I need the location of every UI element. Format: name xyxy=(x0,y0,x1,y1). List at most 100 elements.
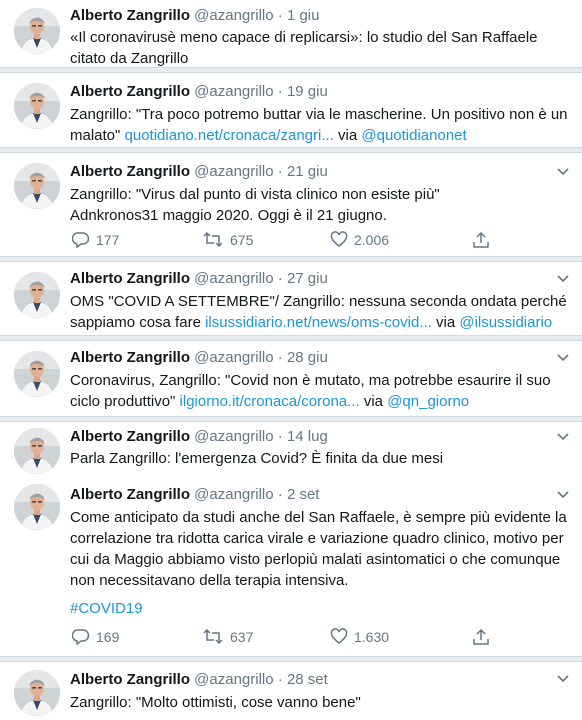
avatar[interactable] xyxy=(14,83,60,129)
avatar[interactable] xyxy=(14,484,60,530)
chevron-down-icon[interactable] xyxy=(556,674,570,684)
tweet-link[interactable]: ilgiorno.it/cronaca/corona... xyxy=(180,393,360,410)
profile-photo xyxy=(14,351,60,397)
share-button[interactable] xyxy=(472,628,490,646)
tweet-date[interactable]: 28 set xyxy=(287,671,328,688)
profile-photo xyxy=(14,484,60,530)
author-handle[interactable]: @azangrillo xyxy=(194,486,273,503)
separator-dot: · xyxy=(277,270,283,287)
author-handle[interactable]: @azangrillo xyxy=(194,163,273,180)
tweet[interactable]: Alberto Zangrillo @azangrillo · 14 lug P… xyxy=(0,422,582,476)
avatar[interactable] xyxy=(14,163,60,209)
tweet-date[interactable]: 2 set xyxy=(287,486,320,503)
author-handle[interactable]: @azangrillo xyxy=(194,83,273,100)
author-handle[interactable]: @azangrillo xyxy=(194,270,273,287)
author-name[interactable]: Alberto Zangrillo xyxy=(70,428,190,445)
tweet[interactable]: Alberto Zangrillo @azangrillo · 1 giu «I… xyxy=(0,0,582,67)
tweet-text: OMS "COVID A SETTEMBRE"/ Zangrillo: ness… xyxy=(70,291,572,333)
tweet-text: Zangrillo: "Tra poco potremo buttar via … xyxy=(70,104,572,146)
retweet-icon xyxy=(203,231,223,248)
tweet-text-body: sappiamo cosa fare xyxy=(70,314,201,331)
tweet-text-line: ciclo produttivo" ilgiorno.it/cronaca/co… xyxy=(70,391,572,412)
chevron-down-icon[interactable] xyxy=(556,353,570,363)
chevron-down-icon[interactable] xyxy=(556,432,570,442)
reply-icon xyxy=(72,629,90,645)
tweet-link[interactable]: quotidiano.net/cronaca/zangri... xyxy=(125,127,334,144)
author-name[interactable]: Alberto Zangrillo xyxy=(70,486,190,503)
tweet[interactable]: Alberto Zangrillo @azangrillo · 21 giu Z… xyxy=(0,153,582,256)
tweet-text-line: Zangrillo: "Virus dal punto di vista cli… xyxy=(70,186,440,203)
author-handle[interactable]: @azangrillo xyxy=(194,428,273,445)
tweet-header: Alberto Zangrillo @azangrillo · 27 giu xyxy=(70,270,328,288)
tweet-date[interactable]: 1 giu xyxy=(287,7,320,24)
separator-dot: · xyxy=(277,486,283,503)
tweet-feed: Alberto Zangrillo @azangrillo · 1 giu «I… xyxy=(0,0,582,720)
author-name[interactable]: Alberto Zangrillo xyxy=(70,83,190,100)
author-name[interactable]: Alberto Zangrillo xyxy=(70,671,190,688)
avatar[interactable] xyxy=(14,428,60,474)
reply-button[interactable]: 169 xyxy=(72,628,119,645)
tweet-link[interactable]: ilsussidiario.net/news/oms-covid... xyxy=(205,314,432,331)
avatar[interactable] xyxy=(14,8,60,54)
tweet-text-line: sappiamo cosa fare ilsussidiario.net/new… xyxy=(70,312,572,333)
avatar[interactable] xyxy=(14,272,60,318)
reply-count: 177 xyxy=(96,231,120,248)
retweet-count: 637 xyxy=(230,628,254,645)
tweet-date[interactable]: 19 giu xyxy=(287,83,328,100)
tweet-header: Alberto Zangrillo @azangrillo · 21 giu xyxy=(70,163,328,181)
avatar[interactable] xyxy=(14,670,60,716)
mention-link[interactable]: @qn_giorno xyxy=(387,393,469,410)
author-name[interactable]: Alberto Zangrillo xyxy=(70,270,190,287)
profile-photo xyxy=(14,272,60,318)
chevron-down-icon[interactable] xyxy=(556,490,570,500)
profile-photo xyxy=(14,428,60,474)
separator-dot: · xyxy=(277,349,283,366)
tweet[interactable]: Alberto Zangrillo @azangrillo · 28 giu C… xyxy=(0,341,582,416)
tweet-header: Alberto Zangrillo @azangrillo · 28 set xyxy=(70,671,328,689)
tweet-date[interactable]: 27 giu xyxy=(287,270,328,287)
like-button[interactable]: 1.630 xyxy=(330,628,389,645)
tweet-date[interactable]: 14 lug xyxy=(287,428,328,445)
hashtag-link[interactable]: #COVID19 xyxy=(70,598,572,619)
author-handle[interactable]: @azangrillo xyxy=(194,7,273,24)
separator-dot: · xyxy=(277,163,283,180)
tweet-text: Zangrillo: "Molto ottimisti, cose vanno … xyxy=(70,694,361,711)
tweet-actions: 169 637 1.630 xyxy=(72,628,512,648)
chevron-down-icon[interactable] xyxy=(556,274,570,284)
tweet-text: «Il coronavirusè meno capace di replicar… xyxy=(70,29,538,67)
tweet-header: Alberto Zangrillo @azangrillo · 1 giu xyxy=(70,7,319,25)
tweet-date[interactable]: 21 giu xyxy=(287,163,328,180)
retweet-button[interactable]: 675 xyxy=(202,231,253,248)
retweet-count: 675 xyxy=(230,231,254,248)
tweet[interactable]: Alberto Zangrillo @azangrillo · 19 giu Z… xyxy=(0,73,582,147)
chevron-down-icon[interactable] xyxy=(556,167,570,177)
tweet[interactable]: Alberto Zangrillo @azangrillo · 27 giu O… xyxy=(0,262,582,335)
mention-link[interactable]: @ilsussidiario xyxy=(459,314,552,331)
mention-link[interactable]: @quotidianonet xyxy=(361,127,466,144)
tweet-text-line: Coronavirus, Zangrillo: "Covid non è mut… xyxy=(70,372,551,389)
via-label: via xyxy=(363,393,384,410)
tweet-text: Zangrillo: "Virus dal punto di vista cli… xyxy=(70,184,572,226)
tweet-text-line: OMS "COVID A SETTEMBRE"/ Zangrillo: ness… xyxy=(70,293,567,310)
author-handle[interactable]: @azangrillo xyxy=(194,671,273,688)
tweet-header: Alberto Zangrillo @azangrillo · 19 giu xyxy=(70,83,328,101)
reply-button[interactable]: 177 xyxy=(72,231,119,248)
author-name[interactable]: Alberto Zangrillo xyxy=(70,7,190,24)
tweet-text-line: Adnkronos31 maggio 2020. Oggi è il 21 gi… xyxy=(70,207,387,224)
tweet-text: Come anticipato da studi anche del San R… xyxy=(70,509,567,589)
separator-dot: · xyxy=(277,671,283,688)
author-name[interactable]: Alberto Zangrillo xyxy=(70,349,190,366)
avatar[interactable] xyxy=(14,351,60,397)
heart-icon xyxy=(330,628,348,644)
tweet[interactable]: Alberto Zangrillo @azangrillo · 28 set Z… xyxy=(0,662,582,720)
author-name[interactable]: Alberto Zangrillo xyxy=(70,163,190,180)
like-button[interactable]: 2.006 xyxy=(330,231,389,248)
reply-icon xyxy=(72,232,90,248)
retweet-button[interactable]: 637 xyxy=(202,628,253,645)
author-handle[interactable]: @azangrillo xyxy=(194,349,273,366)
tweet[interactable]: Alberto Zangrillo @azangrillo · 2 set Co… xyxy=(0,480,582,656)
tweet-date[interactable]: 28 giu xyxy=(287,349,328,366)
reply-count: 169 xyxy=(96,628,120,645)
share-button[interactable] xyxy=(472,231,490,249)
separator-dot: · xyxy=(277,428,283,445)
